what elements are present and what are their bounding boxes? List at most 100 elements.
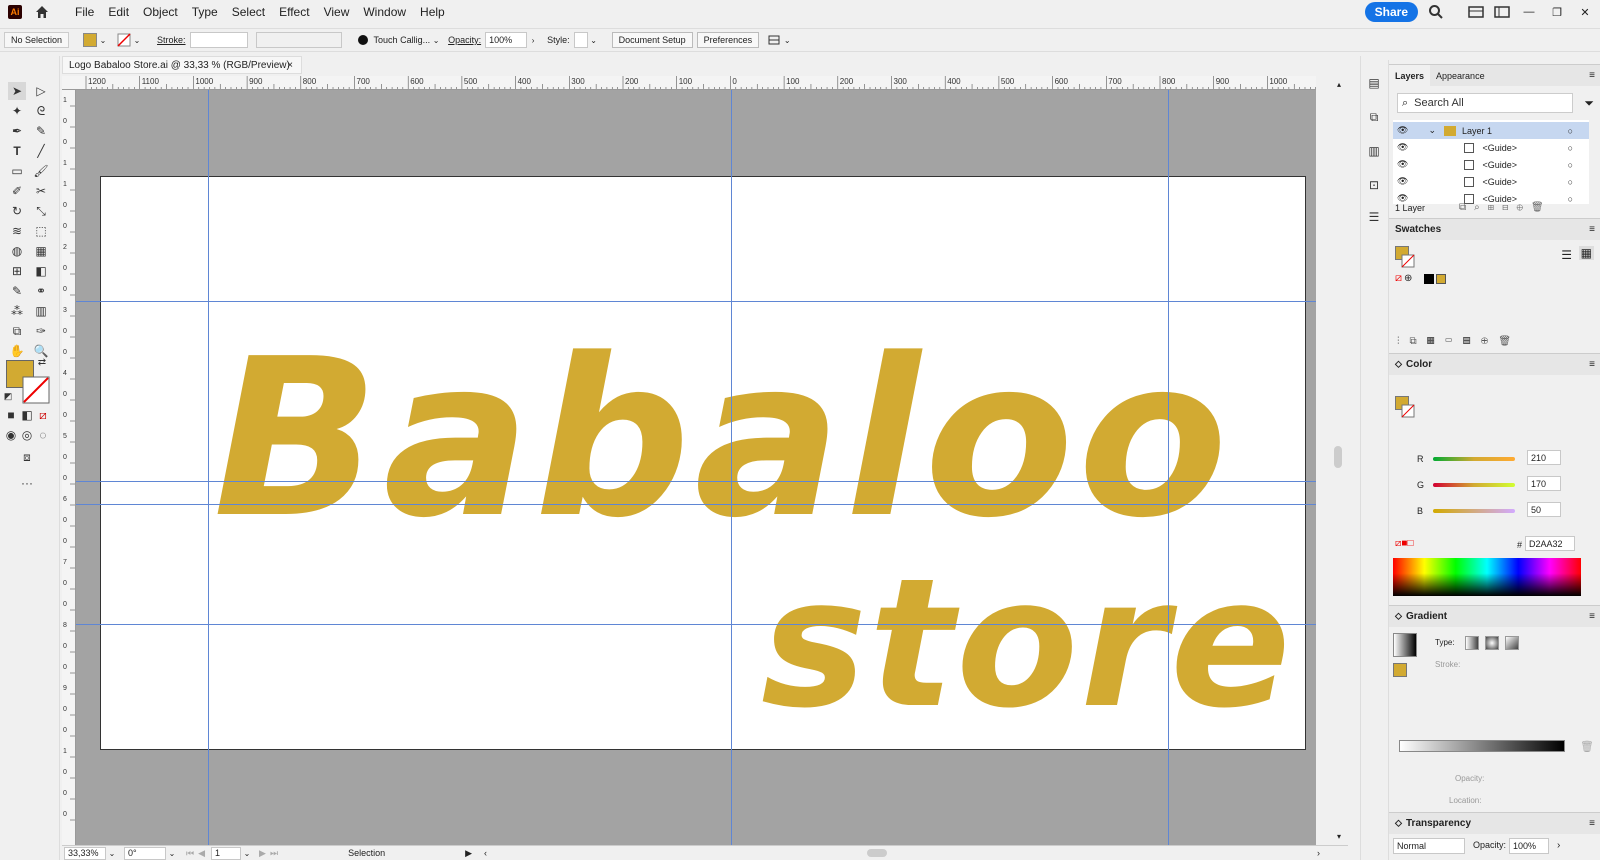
chevron-right-icon[interactable]: ›	[527, 34, 539, 46]
blend-mode-select[interactable]: Normal	[1393, 838, 1465, 854]
libraries-panel-icon[interactable]: ⧉	[1365, 108, 1383, 126]
target-circle-icon[interactable]: ○	[1568, 160, 1573, 170]
lasso-icon[interactable]: ᘓ	[32, 102, 50, 120]
style-swatch[interactable]	[573, 32, 588, 48]
perspective-grid-icon[interactable]: ▦	[32, 242, 50, 260]
close-tab-icon[interactable]: ×	[287, 60, 293, 71]
mesh-tool-icon[interactable]: ⊞	[8, 262, 26, 280]
gradient-slider[interactable]	[1399, 740, 1565, 752]
fill-swatch[interactable]	[83, 33, 98, 47]
artboard-tool-icon[interactable]: ⧉	[8, 322, 26, 340]
canvas[interactable]: Babaloo store	[76, 90, 1316, 845]
document-setup-button[interactable]: Document Setup	[611, 32, 693, 48]
curvature-tool-icon[interactable]: ✎	[32, 122, 50, 140]
gradient-mode-icon[interactable]: ◧	[20, 408, 34, 422]
layers-search[interactable]: ⌕ Search All	[1397, 93, 1573, 113]
collapse-icon[interactable]: ⬦	[1395, 359, 1402, 370]
none-mode-icon[interactable]: ⧄	[36, 408, 50, 422]
none-swatch-icon[interactable]: ⧄	[1395, 272, 1402, 285]
chevron-down-icon[interactable]: ⌄	[430, 34, 442, 46]
layer-item-row[interactable]: 👁 <Guide> ○	[1393, 156, 1589, 173]
expand-chevron-icon[interactable]: ⌄	[1428, 125, 1436, 136]
stroke-weight-field[interactable]	[189, 32, 248, 48]
swatches-footer-icons[interactable]: ⫶⧉▦▭▤⊕🗑	[1397, 336, 1521, 347]
close-icon[interactable]: ✕	[1576, 5, 1594, 19]
grid-view-icon[interactable]: ▦	[1578, 246, 1594, 260]
opacity-label[interactable]: Opacity:	[448, 35, 481, 45]
guide-vertical[interactable]	[731, 90, 732, 845]
delete-stop-icon[interactable]: 🗑	[1580, 740, 1594, 753]
menu-edit[interactable]: Edit	[101, 0, 136, 24]
panel-menu-icon[interactable]: ≡	[1589, 359, 1595, 370]
brush-name[interactable]: Touch Callig...	[374, 35, 431, 45]
vertical-ruler[interactable]: 1 0 0 1 1 0 0 2 0 0 3 0 0 4 0 0 5 0 0 6 0 0 7 0 0 8 0 0 9 0 0 1 0 0 0	[62, 90, 76, 845]
chevron-down-icon[interactable]: ⌄	[781, 34, 793, 46]
gradient-fill-swatch[interactable]	[1393, 663, 1407, 677]
menu-effect[interactable]: Effect	[272, 0, 316, 24]
transform-panel-icon[interactable]: ⊡	[1365, 176, 1383, 194]
menu-file[interactable]: File	[68, 0, 101, 24]
next-artboard-icon[interactable]: ▶	[259, 848, 266, 859]
hex-value-field[interactable]: D2AA32	[1525, 536, 1575, 551]
artboard-number-field[interactable]: 1	[211, 846, 242, 860]
draw-normal-icon[interactable]: ◉	[4, 428, 18, 442]
shape-builder-icon[interactable]: ◍	[8, 242, 26, 260]
scissors-icon[interactable]: ✂	[32, 182, 50, 200]
tab-layers[interactable]: Layers	[1389, 64, 1431, 87]
target-circle-icon[interactable]: ○	[1568, 126, 1573, 136]
r-slider[interactable]	[1433, 457, 1515, 461]
menu-help[interactable]: Help	[413, 0, 452, 24]
menu-window[interactable]: Window	[356, 0, 413, 24]
guide-horizontal[interactable]	[76, 301, 1316, 302]
width-tool-icon[interactable]: ≋	[8, 222, 26, 240]
color-mode-icon[interactable]: ■	[4, 408, 18, 422]
align-panel-icon[interactable]: ▥	[1365, 142, 1383, 160]
rectangle-tool-icon[interactable]: ▭	[8, 162, 26, 180]
vertical-scrollbar[interactable]: ▴ ▾	[1331, 76, 1346, 845]
magic-wand-icon[interactable]: ✦	[8, 102, 26, 120]
layer-name[interactable]: Layer 1	[1462, 126, 1492, 136]
direct-selection-tool-icon[interactable]: ▷	[32, 82, 50, 100]
default-colors-icon[interactable]: ◩	[2, 390, 14, 402]
paintbrush-icon[interactable]: 🖌	[32, 162, 50, 180]
swatch-black[interactable]	[1424, 273, 1435, 284]
menu-view[interactable]: View	[317, 0, 357, 24]
gradient-preview[interactable]	[1393, 633, 1417, 657]
list-view-icon[interactable]: ☰	[1561, 248, 1572, 262]
logo-text-babaloo[interactable]: Babaloo	[213, 331, 1232, 549]
restore-icon[interactable]: ❐	[1548, 5, 1566, 19]
arrange-documents-icon[interactable]	[1468, 5, 1484, 19]
g-slider[interactable]	[1433, 483, 1515, 487]
chevron-down-icon[interactable]: ⌄	[97, 34, 109, 46]
transparency-opacity-field[interactable]: 100%	[1509, 838, 1549, 854]
target-circle-icon[interactable]: ○	[1568, 194, 1573, 204]
panel-menu-icon[interactable]: ≡	[1589, 818, 1595, 829]
radial-gradient-button[interactable]	[1485, 636, 1499, 650]
draw-behind-icon[interactable]: ◎	[20, 428, 34, 442]
shaper-tool-icon[interactable]: ✐	[8, 182, 26, 200]
chevron-down-icon[interactable]: ⌄	[166, 847, 178, 859]
variable-width-field[interactable]	[255, 32, 342, 48]
column-graph-icon[interactable]: ▥	[32, 302, 50, 320]
stroke-color-swatch[interactable]	[22, 376, 50, 404]
menu-type[interactable]: Type	[185, 0, 225, 24]
hand-tool-icon[interactable]: ✋	[8, 342, 26, 360]
linear-gradient-button[interactable]	[1465, 636, 1479, 650]
stroke-none-icon[interactable]	[117, 33, 131, 47]
visibility-eye-icon[interactable]: 👁	[1397, 176, 1408, 187]
rotate-tool-icon[interactable]: ↻	[8, 202, 26, 220]
menu-select[interactable]: Select	[225, 0, 272, 24]
guide-horizontal[interactable]	[76, 624, 1316, 625]
color-spectrum[interactable]	[1393, 558, 1581, 596]
r-value-field[interactable]: 210	[1527, 450, 1561, 465]
chevron-down-icon[interactable]: ⌄	[131, 34, 143, 46]
panel-menu-icon[interactable]: ≡	[1589, 224, 1595, 235]
registration-swatch-icon[interactable]: ⊕	[1404, 273, 1412, 284]
eyedropper-icon[interactable]: ✎	[8, 282, 26, 300]
collapse-icon[interactable]: ⬦	[1395, 818, 1402, 829]
first-artboard-icon[interactable]: ⏮	[186, 848, 194, 859]
target-circle-icon[interactable]: ○	[1568, 143, 1573, 153]
visibility-eye-icon[interactable]: 👁	[1397, 125, 1408, 136]
item-name[interactable]: <Guide>	[1482, 160, 1517, 170]
stroke-panel-icon[interactable]: ☰	[1365, 208, 1383, 226]
